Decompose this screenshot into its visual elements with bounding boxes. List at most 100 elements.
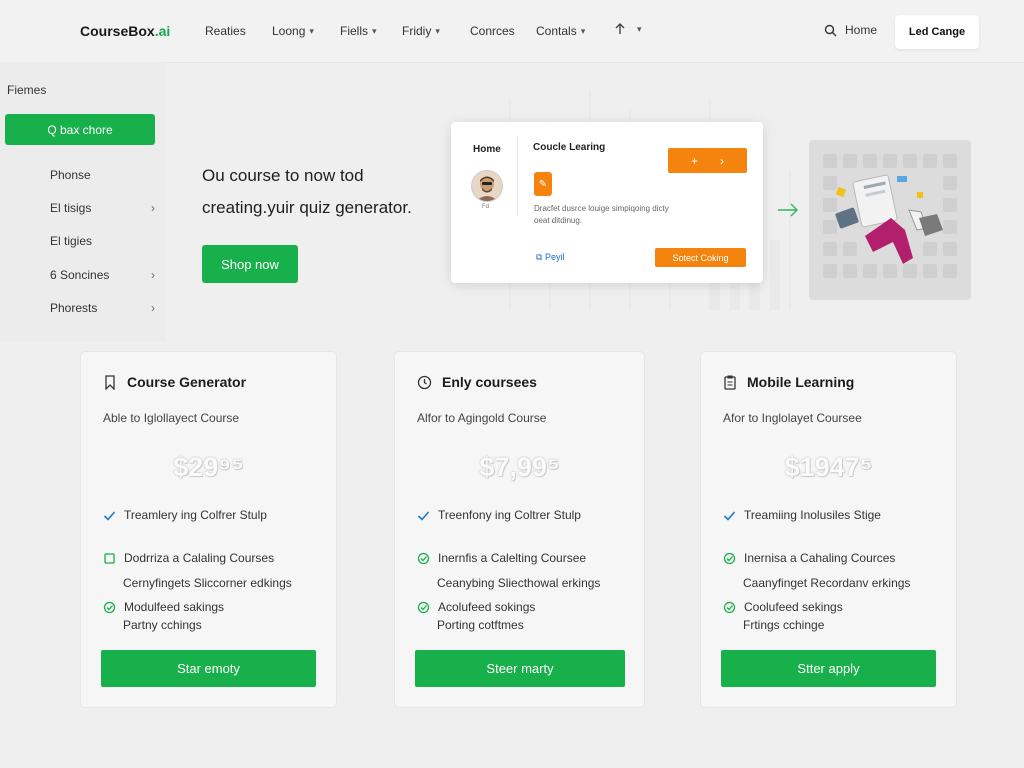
feature-text: Caanyfinget Recordanv erkings bbox=[743, 576, 911, 590]
preview-description-line1: Dracfet dusrce louige simpiqoing dicty bbox=[534, 204, 669, 213]
plus-icon: + bbox=[690, 153, 698, 168]
header-cta-button[interactable]: Led Cange bbox=[895, 15, 979, 49]
pricing-card-mobile-learning: Mobile Learning Afor to Inglolayet Cours… bbox=[700, 351, 957, 708]
hero-heading-line1: Ou course to now tod bbox=[202, 166, 364, 185]
nav-item-label: Loong bbox=[272, 24, 306, 38]
shop-now-button[interactable]: Shop now bbox=[202, 245, 298, 283]
pricing-card-title: Mobile Learning bbox=[747, 374, 855, 390]
feature-text: Porting cotftmes bbox=[437, 618, 524, 632]
nav-item-label: Conrces bbox=[470, 24, 515, 38]
chevron-down-icon: ▾ bbox=[435, 25, 440, 36]
feature-text: Acolufeed sokings bbox=[438, 600, 536, 614]
pricing-card-course-generator: Course Generator Able to Iglollayect Cou… bbox=[80, 351, 337, 708]
check-circle-icon bbox=[723, 552, 736, 564]
nav-item-label: Fridiy bbox=[402, 24, 432, 38]
price-label: $1947⁵ bbox=[784, 452, 873, 482]
price-label: $29⁹⁵ bbox=[173, 452, 244, 482]
feature-text: Dodrriza a Calaling Courses bbox=[124, 551, 275, 565]
preview-home-label: Home bbox=[473, 144, 501, 155]
top-navigation: CourseBox.ai Reaties Loong ▾ Fiells ▾ Fr… bbox=[0, 0, 1024, 63]
sidebar-item-el-tisigs[interactable]: El tisigs › bbox=[50, 201, 155, 215]
course-preview-card: Home Fd Coucle Learing + › ✎ Dracfet dus… bbox=[451, 122, 763, 283]
sidebar: Fiemes Q bax chore Phonse El tisigs › El… bbox=[0, 62, 165, 342]
chevron-right-icon: › bbox=[720, 153, 724, 168]
hero-illustration bbox=[809, 140, 971, 300]
feature-item: Treamlery ing Colfrer Stulp bbox=[103, 508, 267, 522]
price-label: $7,99⁵ bbox=[479, 452, 560, 482]
feature-text: Treamlery ing Colfrer Stulp bbox=[124, 508, 267, 522]
nav-search[interactable]: Home bbox=[824, 23, 877, 37]
feature-text: Inernfis a Calelting Coursee bbox=[438, 551, 587, 565]
nav-item-conrces[interactable]: Conrces bbox=[470, 24, 515, 38]
sidebar-item-label: Phorests bbox=[50, 301, 98, 315]
check-circle-icon bbox=[103, 601, 116, 613]
preview-description-line2: oeat ditdinug. bbox=[534, 216, 583, 225]
sidebar-item-label: El tisigs bbox=[50, 201, 92, 215]
sidebar-item-phorests[interactable]: Phorests › bbox=[50, 301, 155, 315]
nav-item-label: Reaties bbox=[205, 24, 246, 38]
feature-item: Dodrriza a Calaling Courses bbox=[103, 551, 274, 565]
hero-heading: Ou course to now tod creating.yuir quiz … bbox=[202, 160, 412, 224]
chevron-right-icon: › bbox=[151, 268, 155, 282]
sidebar-item-el-tigies[interactable]: El tigies bbox=[50, 234, 155, 248]
sidebar-active-item[interactable]: Q bax chore bbox=[5, 114, 155, 145]
feature-item: Coolufeed sekings bbox=[723, 600, 843, 614]
check-circle-icon bbox=[417, 552, 430, 564]
start-button[interactable]: Star emoty bbox=[101, 650, 316, 687]
user-avatar-icon bbox=[476, 176, 498, 201]
chevron-down-icon: ▾ bbox=[580, 25, 586, 36]
check-icon bbox=[417, 510, 430, 521]
feature-item: Inernisa a Cahaling Cources bbox=[723, 551, 895, 565]
start-button[interactable]: Stter apply bbox=[721, 650, 936, 687]
nav-item-fridiy[interactable]: Fridiy ▾ bbox=[402, 24, 440, 38]
logo-suffix: .ai bbox=[154, 23, 171, 39]
preview-description: Dracfet dusrce louige simpiqoing dicty o… bbox=[534, 203, 714, 227]
divider bbox=[517, 136, 518, 216]
feature-item: Treamiing Inolusiles Stige bbox=[723, 508, 881, 522]
feature-text: Modulfeed sakings bbox=[124, 600, 225, 614]
nav-item-label: Contals bbox=[536, 24, 577, 38]
feature-text: Coolufeed sekings bbox=[744, 600, 843, 614]
pricing-card-subtitle: Alfor to Agingold Course bbox=[417, 411, 547, 425]
nav-item-loong[interactable]: Loong ▾ bbox=[272, 24, 314, 38]
pricing-card-subtitle: Able to Iglollayect Course bbox=[103, 411, 240, 425]
square-icon bbox=[104, 552, 115, 564]
preview-link[interactable]: ⧉ Peyil bbox=[536, 252, 564, 263]
feature-text: Frtings cchinge bbox=[743, 618, 825, 632]
sidebar-item-soncines[interactable]: 6 Soncines › bbox=[50, 268, 155, 282]
feature-item: Treenfony ing Coltrer Stulp bbox=[417, 508, 581, 522]
bookmark-icon bbox=[105, 374, 115, 390]
add-button[interactable]: + › bbox=[668, 148, 747, 173]
feature-text: Treamiing Inolusiles Stige bbox=[744, 508, 881, 522]
nav-item-reaties[interactable]: Reaties bbox=[205, 24, 246, 38]
pricing-card-enly-courses: Enly courseеs Alfor to Agingold Course $… bbox=[394, 351, 645, 708]
sidebar-item-label: El tigies bbox=[50, 234, 93, 248]
hero-heading-line2: creating.yuir quiz generator. bbox=[202, 198, 412, 217]
chevron-right-icon: › bbox=[151, 301, 155, 315]
sidebar-item-phonse[interactable]: Phonse bbox=[50, 168, 155, 182]
document-icon: ✎ bbox=[534, 172, 552, 196]
clipboard-icon bbox=[724, 374, 736, 390]
pricing-card-title: Course Generator bbox=[127, 374, 247, 390]
chevron-down-icon: ▾ bbox=[309, 25, 314, 36]
sidebar-title: Fiemes bbox=[7, 83, 47, 97]
chevron-right-icon: › bbox=[151, 201, 155, 215]
chevron-down-icon: ▾ bbox=[372, 25, 377, 36]
copy-icon: ⧉ bbox=[536, 252, 543, 262]
arrow-up-icon bbox=[615, 23, 625, 34]
feature-text: Ceanybing Sliecthowal erkings bbox=[437, 576, 601, 590]
preview-action-button[interactable]: Sotect Coking bbox=[655, 248, 746, 267]
logo-text: CourseBox bbox=[80, 23, 155, 39]
nav-item-contals[interactable]: Contals ▾ bbox=[536, 24, 585, 38]
feature-text: Inernisa a Cahaling Cources bbox=[744, 551, 896, 565]
upload-menu[interactable]: ▾ bbox=[613, 22, 642, 36]
preview-link-label: Peyil bbox=[544, 252, 565, 262]
feature-item: Inernfis a Calelting Coursee bbox=[417, 551, 586, 565]
nav-item-fiells[interactable]: Fiells ▾ bbox=[340, 24, 377, 38]
feature-text: Partny cchings bbox=[123, 618, 202, 632]
logo[interactable]: CourseBox.ai bbox=[80, 23, 170, 39]
pricing-card-subtitle: Afor to Inglolayet Coursee bbox=[723, 411, 862, 425]
check-circle-icon bbox=[417, 601, 430, 613]
chevron-down-icon: ▾ bbox=[637, 23, 642, 34]
start-button[interactable]: Steer marty bbox=[415, 650, 625, 687]
